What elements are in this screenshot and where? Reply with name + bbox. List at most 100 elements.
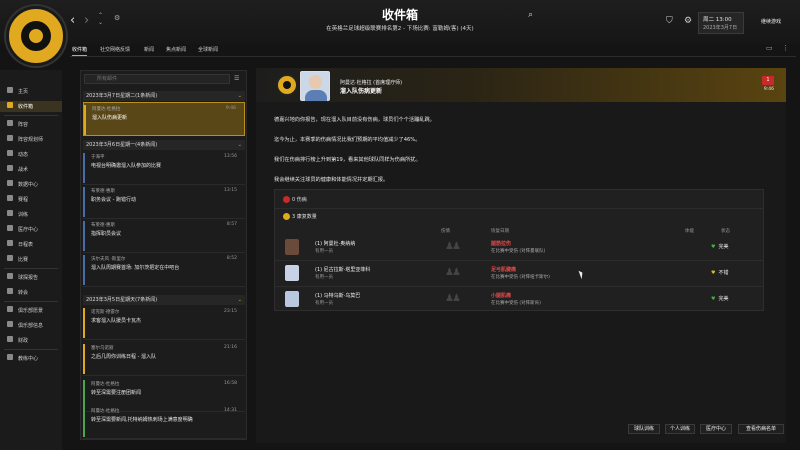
injury-row[interactable]: (1) 马特乌斯·乌莫巴 有用一员 ♟♟ 小腿肌痛 在比赛中受伤 (对阵斯肯) …	[275, 288, 763, 312]
sidebar-item-dynamics[interactable]: 动态	[0, 149, 62, 160]
sidebar-item-competitions[interactable]: 比赛	[0, 254, 62, 265]
sender-avatar[interactable]	[300, 71, 330, 101]
sidebar-item-squad-planner[interactable]: 阵容规划师	[0, 134, 62, 145]
recovering-dot-icon	[283, 213, 290, 220]
sidebar-item-club-info[interactable]: 俱乐部信息	[0, 320, 62, 331]
inbox-icon	[7, 102, 13, 108]
schedule-icon	[7, 240, 13, 246]
column-header-type: 伤情	[441, 229, 450, 234]
info-icon	[7, 321, 13, 327]
view-injury-list-button[interactable]: 查看伤病名单	[738, 424, 784, 434]
screen-icon[interactable]: ▭	[766, 44, 773, 52]
sidebar-item-inbox[interactable]: 收件箱	[0, 101, 62, 112]
current-date: 2023年3月7日	[703, 25, 738, 31]
trophy-icon	[7, 255, 13, 261]
tab-social-feedback[interactable]: 社交网络反馈	[100, 46, 130, 53]
heart-icon: ♥	[711, 244, 716, 250]
sidebar-item-training[interactable]: 训练	[0, 209, 62, 220]
history-chevrons-icon[interactable]: ⌃ ⌄	[98, 12, 103, 26]
gear-icon[interactable]: ⚙	[684, 16, 692, 26]
page-subtitle: 在英格兰足球超级联赛排名第2 - 下场比赛: 富勒姆(客) (4天)	[326, 26, 474, 32]
tab-headlines[interactable]: 焦点新闻	[166, 46, 186, 53]
inbox-message[interactable]: 阿曼达·杜格拉 转至深需要新闻,托特纳姆热刺场上满意度明确 14:31	[83, 405, 245, 439]
team-training-button[interactable]: 球队训练	[628, 424, 660, 434]
message-type-bar	[83, 187, 85, 217]
inbox-message[interactable]: 塞尔乌诺丽 之后几周你训练日程 - 溜入队 21:16	[83, 342, 245, 376]
sidebar-item-tactics[interactable]: 战术	[0, 164, 62, 175]
medical-icon	[7, 225, 13, 231]
finances-icon	[7, 336, 13, 342]
inbox-message[interactable]: 于海平 电视台明确邀溜入队参加的比赛 13:56	[83, 151, 245, 185]
message-type-bar	[83, 407, 85, 437]
sidebar-item-coach-centre[interactable]: 教练中心	[0, 353, 62, 364]
inbox-message[interactable]: 布莱德·惠斯 职务会议 - 跑错行动 13:15	[83, 185, 245, 219]
inbox-search-input[interactable]	[84, 74, 230, 84]
message-time: 9:46	[763, 87, 774, 92]
fitness-status: ♥ 不错	[711, 270, 729, 276]
sidebar-item-finances[interactable]: 财政	[0, 335, 62, 346]
message-type-bar	[83, 221, 85, 251]
column-header-recovery: 恢复日期	[491, 229, 509, 234]
individual-training-button[interactable]: 个人训练	[665, 424, 695, 434]
tab-inbox[interactable]: 收件箱	[72, 46, 88, 56]
recovering-count[interactable]: 3 康复数量	[283, 213, 317, 220]
message-paragraph: 德嘉兴地向你报告，现在溜入队目前没有伤病，球员们个个活蹦乱跳。	[274, 117, 435, 123]
message-type-bar	[83, 153, 85, 183]
sidebar-item-scouting[interactable]: 球探报告	[0, 272, 62, 283]
search-icon[interactable]: ⌕	[528, 10, 533, 20]
sidebar-item-fixtures[interactable]: 赛程	[0, 194, 62, 205]
club-logo[interactable]	[6, 6, 66, 66]
fixtures-icon	[7, 195, 13, 201]
shield-icon[interactable]: ⛉	[666, 16, 673, 26]
date-group-header[interactable]: 2023年3月5日星期天(7条新闻) ⌄	[83, 295, 245, 305]
sidebar-item-data-hub[interactable]: 数据中心	[0, 179, 62, 190]
more-icon[interactable]: ⋮	[782, 44, 789, 52]
message-badge[interactable]: 1	[762, 76, 774, 85]
vision-icon	[7, 306, 13, 312]
continue-button[interactable]: 继续游戏	[748, 14, 794, 30]
tab-news[interactable]: 新闻	[144, 46, 154, 53]
sidebar: 主页 收件箱 阵容 阵容规划师 动态 战术 数据中心 赛程 训练 医疗中心 日程…	[0, 70, 62, 450]
squad-icon	[7, 120, 13, 126]
sidebar-item-squad[interactable]: 阵容	[0, 119, 62, 130]
coach-icon	[7, 354, 13, 360]
inbox-message[interactable]: 布莱德·惠斯 指挥职员会议 8:57	[83, 219, 245, 253]
inbox-list: ⌕ ☰ 2023年3月7日星期二(1条新闻)⌄ 阿曼达·杜格拉 溜入队伤病更新 …	[80, 70, 247, 440]
sidebar-divider	[4, 268, 58, 269]
forward-arrow-icon[interactable]: ›	[84, 13, 89, 28]
chevron-down-icon: ⌄	[237, 142, 242, 148]
player-avatar	[285, 291, 299, 307]
injury-table: 0 伤病 3 康复数量 伤情 恢复日期 体能 状态 (1) 阿曼杜·奥纳纳 有用…	[274, 189, 764, 311]
message-sender[interactable]: 阿曼达·杜格拉 (首席理疗师)	[340, 79, 402, 86]
message-subject: 溜入队伤病更新	[340, 88, 383, 95]
tab-world-news[interactable]: 全球新闻	[198, 46, 218, 53]
sidebar-item-club-vision[interactable]: 俱乐部愿景	[0, 305, 62, 316]
sidebar-divider	[4, 301, 58, 302]
injured-count[interactable]: 0 伤病	[283, 196, 307, 203]
message-type-bar	[83, 255, 85, 285]
message-paragraph: 我会继续关注球员的健康和体能情况并定期汇报。	[274, 177, 389, 183]
sidebar-divider	[4, 349, 58, 350]
injury-row[interactable]: (1) 阿曼杜·奥纳纳 有用一员 ♟♟ 腿筋拉伤 在比赛中受伤 (对阵曼联队) …	[275, 236, 763, 260]
date-display: 周二 13:00 2023年3月7日	[698, 12, 744, 34]
sidebar-item-schedule[interactable]: 日程表	[0, 239, 62, 250]
row-divider	[275, 286, 763, 287]
inbox-message-selected[interactable]: 阿曼达·杜格拉 溜入队伤病更新 9:46	[83, 102, 245, 136]
injury-row[interactable]: (1) 尼古拉斯·塔里亚菲科 有用一员 ♟♟ 足弓肌腱痛 在比赛中受伤 (对阵纽…	[275, 262, 763, 286]
inbox-message[interactable]: 诺克斯·德雷尔 求客溜入队援员卡瓦杰 23:15	[83, 306, 245, 340]
injured-dot-icon	[283, 196, 290, 203]
back-arrow-icon[interactable]: ‹	[70, 13, 75, 28]
inbox-message[interactable]: 沃尔夫风 ·斯里尔 溜入队周期赛首场: 加尔茨把定在中吧台 8:52	[83, 253, 245, 287]
date-group-header[interactable]: 2023年3月6日星期一(4条新闻) ⌄	[83, 140, 245, 150]
sidebar-item-transfers[interactable]: 转会	[0, 287, 62, 298]
sidebar-item-home[interactable]: 主页	[0, 86, 62, 97]
medical-centre-button[interactable]: 医疗中心	[700, 424, 732, 434]
tab-divider	[70, 56, 796, 57]
sidebar-item-medical-centre[interactable]: 医疗中心	[0, 224, 62, 235]
column-header-status: 状态	[721, 229, 730, 234]
fitness-status: ♥ 完美	[711, 296, 729, 302]
fitness-status: ♥ 完美	[711, 244, 729, 250]
date-group-header[interactable]: 2023年3月7日星期二(1条新闻) ⌄	[83, 91, 245, 101]
filter-icon[interactable]: ☰	[234, 75, 239, 82]
settings-small-icon[interactable]: ⚙	[114, 14, 120, 22]
